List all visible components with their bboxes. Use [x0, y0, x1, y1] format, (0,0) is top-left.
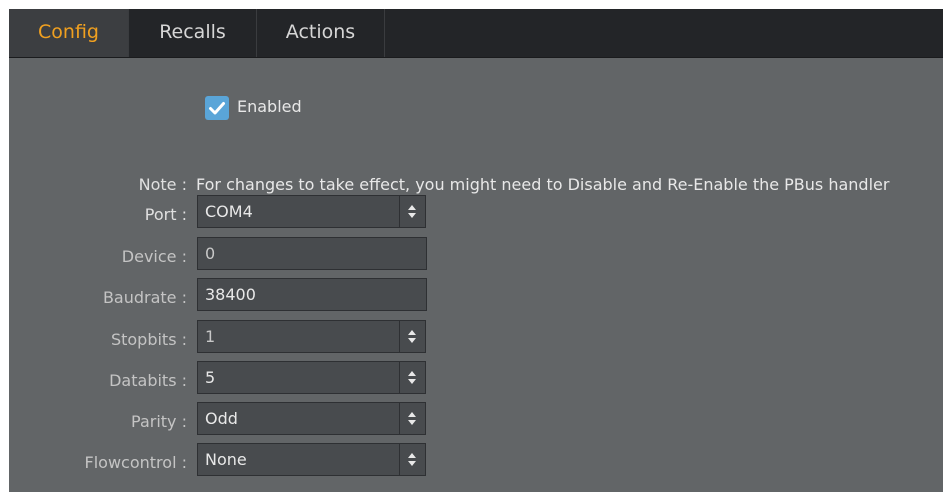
stopbits-spinner[interactable]: [399, 321, 425, 352]
databits-select[interactable]: 5: [197, 361, 426, 394]
baudrate-value: 38400: [205, 285, 256, 304]
parity-spinner[interactable]: [399, 403, 425, 434]
device-field[interactable]: 0: [197, 237, 427, 270]
stopbits-label: Stopbits :: [110, 330, 187, 349]
device-value: 0: [205, 244, 216, 263]
parity-label: Parity :: [131, 412, 187, 431]
tab-config[interactable]: Config: [9, 9, 129, 57]
baudrate-field[interactable]: 38400: [197, 278, 427, 311]
tab-bar-spacer: [385, 9, 943, 57]
enabled-label: Enabled: [237, 97, 302, 116]
updown-arrows-icon: [408, 330, 416, 343]
databits-value: 5: [205, 368, 216, 387]
config-panel: Config Recalls Actions Enabled Note : Fo…: [9, 9, 943, 492]
tab-recalls[interactable]: Recalls: [129, 9, 257, 57]
updown-arrows-icon: [408, 412, 416, 425]
flowcontrol-spinner[interactable]: [399, 444, 425, 475]
port-select[interactable]: COM4: [197, 195, 426, 228]
note-text: For changes to take effect, you might ne…: [196, 175, 890, 194]
updown-arrows-icon: [408, 371, 416, 384]
parity-value: Odd: [205, 409, 238, 428]
databits-label: Databits :: [109, 371, 187, 390]
parity-select[interactable]: Odd: [197, 402, 426, 435]
baudrate-label: Baudrate :: [102, 288, 187, 307]
flowcontrol-label: Flowcontrol :: [84, 453, 187, 472]
checkmark-icon: [209, 102, 225, 115]
updown-arrows-icon: [408, 453, 416, 466]
port-spinner[interactable]: [399, 196, 425, 227]
flowcontrol-value: None: [205, 450, 247, 469]
device-label: Device :: [121, 247, 187, 266]
enabled-checkbox[interactable]: [205, 96, 229, 120]
port-value: COM4: [205, 202, 253, 221]
databits-spinner[interactable]: [399, 362, 425, 393]
stopbits-select[interactable]: 1: [197, 320, 426, 353]
flowcontrol-select[interactable]: None: [197, 443, 426, 476]
port-label: Port :: [144, 205, 187, 224]
tab-bar: Config Recalls Actions: [9, 9, 943, 58]
stopbits-value: 1: [205, 327, 216, 346]
updown-arrows-icon: [408, 205, 416, 218]
note-label: Note :: [138, 175, 187, 194]
tab-actions[interactable]: Actions: [257, 9, 385, 57]
